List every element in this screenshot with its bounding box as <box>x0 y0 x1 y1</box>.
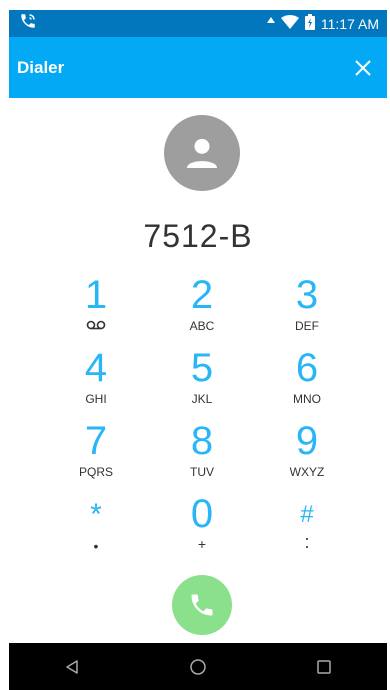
key-letters: ABC <box>189 319 215 333</box>
recents-square-icon <box>317 659 331 674</box>
key-letters: PQRS <box>78 465 113 479</box>
key-6[interactable]: 6 MNO <box>259 348 355 414</box>
battery-icon <box>304 14 315 33</box>
key-1[interactable]: 1 <box>48 275 144 341</box>
key-star[interactable]: * • <box>48 498 144 564</box>
call-button[interactable] <box>172 575 232 635</box>
key-digit: 2 <box>190 273 214 317</box>
key-7[interactable]: 7 PQRS <box>48 421 144 487</box>
key-letters: GHI <box>85 392 107 406</box>
key-digit: 8 <box>190 419 214 463</box>
frame-left <box>0 0 9 690</box>
voicemail-icon <box>48 319 144 333</box>
key-3[interactable]: 3 DEF <box>259 275 355 341</box>
key-letters: MNO <box>293 392 321 406</box>
key-8[interactable]: 8 TUV <box>154 421 250 487</box>
signal-icon <box>266 16 275 32</box>
key-digit: 9 <box>295 419 319 463</box>
key-0[interactable]: 0 + <box>154 494 250 560</box>
close-icon <box>355 59 371 76</box>
back-button[interactable] <box>47 647 97 687</box>
key-letters: • <box>93 538 99 554</box>
key-digit: * <box>90 498 102 531</box>
avatar <box>164 115 240 191</box>
app-bar: Dialer <box>9 37 387 98</box>
key-letters: TUV <box>190 465 214 479</box>
back-triangle-icon <box>66 659 78 674</box>
dialer-content: 7512-B 1 2 ABC 3 DEF 4 GHI 5 JKL 6 MNO 7… <box>9 98 387 643</box>
key-letters: : <box>304 532 310 552</box>
close-button[interactable] <box>343 48 383 88</box>
recents-button[interactable] <box>299 647 349 687</box>
key-digit: 0 <box>190 492 214 536</box>
key-letters: WXYZ <box>289 465 325 479</box>
key-digit: 7 <box>84 419 108 463</box>
wifi-icon <box>280 15 299 32</box>
key-digit: 1 <box>84 273 108 317</box>
status-bar: 11:17 AM <box>9 10 387 37</box>
key-digit: 6 <box>295 346 319 390</box>
key-digit: # <box>300 501 314 528</box>
home-circle-icon <box>190 658 206 675</box>
person-icon <box>187 138 217 168</box>
key-digit: 4 <box>84 346 108 390</box>
phone-wifi-call-icon <box>19 12 37 35</box>
key-letters: + <box>197 536 207 552</box>
key-digit: 3 <box>295 273 319 317</box>
home-button[interactable] <box>173 647 223 687</box>
page-title: Dialer <box>17 57 65 77</box>
dialed-number: 7512-B <box>143 218 253 254</box>
key-digit: 5 <box>190 346 214 390</box>
key-hash[interactable]: # : <box>259 498 355 564</box>
phone-icon <box>191 594 213 616</box>
key-9[interactable]: 9 WXYZ <box>259 421 355 487</box>
key-2[interactable]: 2 ABC <box>154 275 250 341</box>
key-5[interactable]: 5 JKL <box>154 348 250 414</box>
key-letters: JKL <box>191 392 213 406</box>
key-letters: DEF <box>295 319 319 333</box>
status-time: 11:17 AM <box>320 15 379 32</box>
navigation-bar <box>9 643 387 690</box>
key-4[interactable]: 4 GHI <box>48 348 144 414</box>
